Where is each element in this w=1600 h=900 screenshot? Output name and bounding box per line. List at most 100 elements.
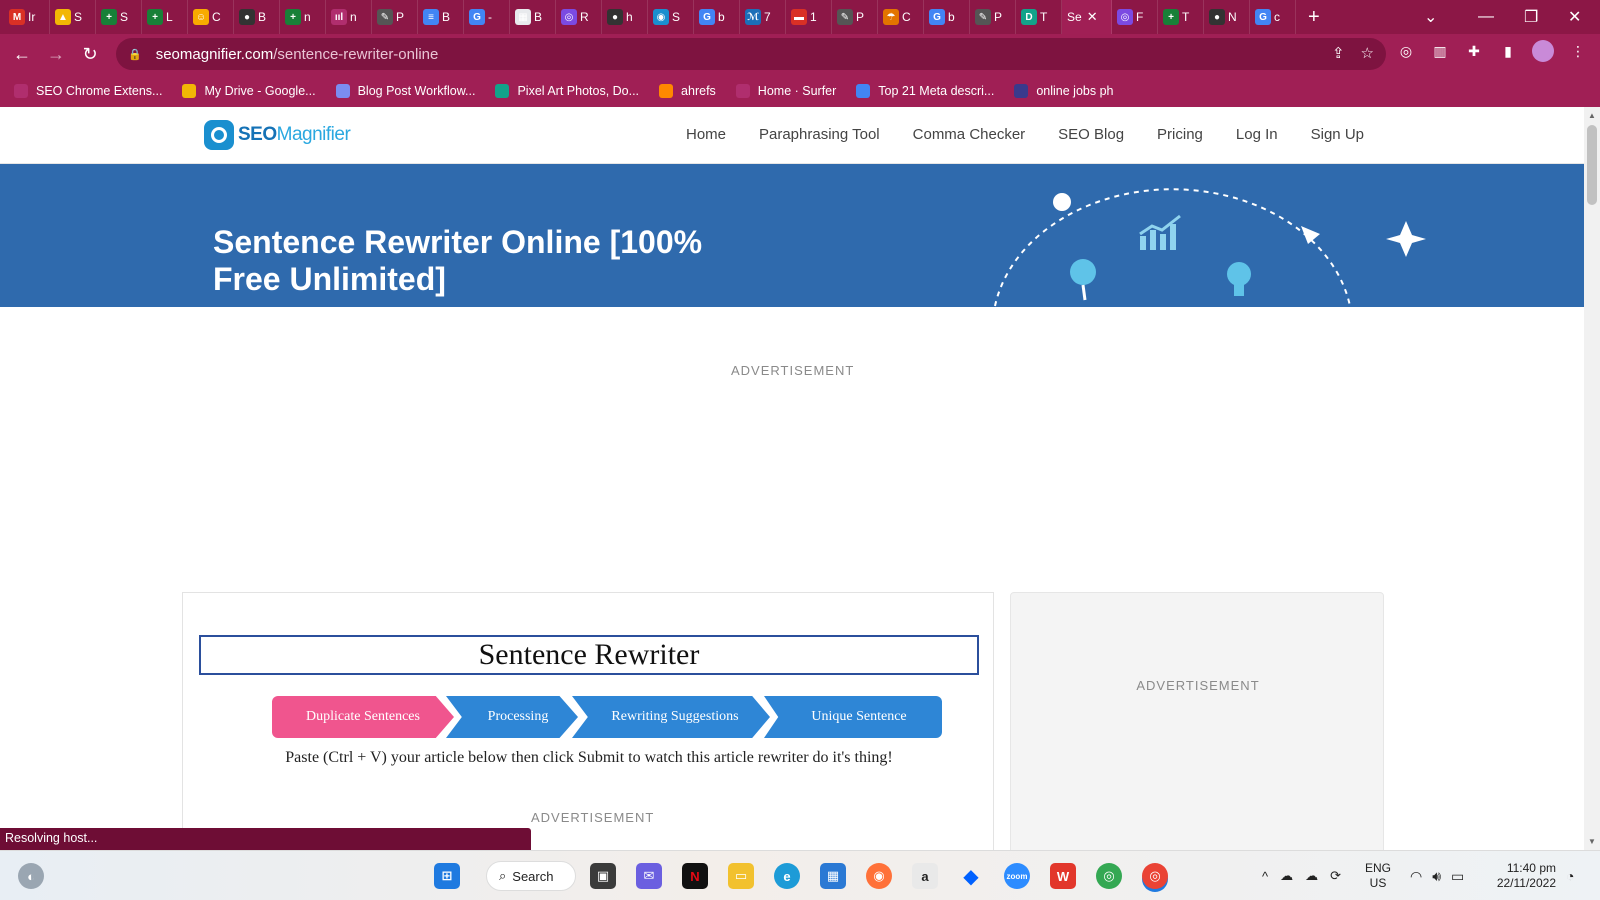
- seo-extension-icon[interactable]: ▥: [1430, 41, 1450, 61]
- extensions-puzzle-icon[interactable]: ✚: [1464, 41, 1484, 61]
- close-window-icon[interactable]: ✕: [1568, 0, 1581, 34]
- restore-icon[interactable]: ❐: [1524, 0, 1538, 34]
- tab-strip: M Ir ▲ S + S + L ☺ C ● B + n ııl n ✎ P ≡ B G - ▦ B ◎ R ● h ◉ S Gb ℳ 7 ▬ 1 ✎…: [0, 0, 1600, 34]
- file-explorer-icon[interactable]: ▭: [728, 863, 754, 889]
- scroll-up-icon[interactable]: ▲: [1588, 111, 1596, 120]
- browser-tab[interactable]: ☂ C: [878, 0, 924, 34]
- scroll-down-icon[interactable]: ▼: [1588, 837, 1596, 846]
- firefox-icon[interactable]: ◉: [866, 863, 892, 889]
- taskbar-search[interactable]: ⌕ Search: [486, 861, 576, 891]
- bookmark-item[interactable]: Home · Surfer: [735, 83, 836, 98]
- weather-widget-icon[interactable]: ◐: [18, 863, 44, 889]
- browser-tab[interactable]: Gb: [924, 0, 970, 34]
- zoom-icon[interactable]: zoom: [1004, 863, 1030, 889]
- browser-tab[interactable]: ✎ P: [970, 0, 1016, 34]
- address-bar[interactable]: 🔒 seomagnifier.com/sentence-rewriter-onl…: [116, 38, 1386, 70]
- browser-tab[interactable]: ≡ B: [418, 0, 464, 34]
- new-tab-icon[interactable]: +: [1308, 6, 1320, 29]
- browser-tab[interactable]: ◎ R: [556, 0, 602, 34]
- language-code: ENG: [1365, 861, 1392, 875]
- notification-bell-icon[interactable]: ◔: [1566, 851, 1574, 900]
- microsoft-store-icon[interactable]: ▦: [820, 863, 846, 889]
- onedrive-icon[interactable]: ☁: [1280, 868, 1293, 884]
- chrome-active-icon[interactable]: ◎: [1142, 863, 1168, 889]
- sidebar-advertisement[interactable]: ADVERTISEMENT: [1010, 592, 1384, 850]
- browser-tab[interactable]: ✎ P: [832, 0, 878, 34]
- tab-title: b: [718, 10, 725, 24]
- nav-paraphrasing-tool[interactable]: Paraphrasing Tool: [759, 126, 880, 143]
- browser-tab[interactable]: ııl n: [326, 0, 372, 34]
- nav-pricing[interactable]: Pricing: [1157, 126, 1203, 143]
- browser-tab[interactable]: ◎ F: [1112, 0, 1158, 34]
- tab-favicon-icon: ◎: [1117, 9, 1133, 25]
- forward-icon[interactable]: →: [40, 38, 72, 70]
- dropbox-icon[interactable]: ◆: [958, 863, 984, 889]
- tab-search-icon[interactable]: ⌄: [1424, 0, 1437, 34]
- bookmark-item[interactable]: Blog Post Workflow...: [335, 83, 475, 98]
- side-panel-icon[interactable]: ▮: [1498, 41, 1518, 61]
- nav-log-in[interactable]: Log In: [1236, 126, 1278, 143]
- bookmark-item[interactable]: Pixel Art Photos, Do...: [495, 83, 639, 98]
- bookmark-item[interactable]: Top 21 Meta descri...: [856, 83, 994, 98]
- browser-tab[interactable]: + n: [280, 0, 326, 34]
- share-icon[interactable]: ⇪: [1332, 44, 1345, 62]
- browser-toolbar: ← → ↻ 🔒 seomagnifier.com/sentence-rewrit…: [0, 34, 1600, 74]
- nav-home[interactable]: Home: [686, 126, 726, 143]
- edge-browser-icon[interactable]: e: [774, 863, 800, 889]
- bookmark-item[interactable]: SEO Chrome Extens...: [14, 83, 162, 98]
- browser-tab[interactable]: ◉ S: [648, 0, 694, 34]
- chrome-profile-icon[interactable]: ◎: [1096, 863, 1122, 889]
- language-indicator[interactable]: ENG US: [1365, 851, 1391, 900]
- browser-tab[interactable]: ▲ S: [50, 0, 96, 34]
- clock[interactable]: 11:40 pm 22/11/2022: [1494, 851, 1556, 900]
- browser-tab[interactable]: Gc: [1250, 0, 1296, 34]
- menu-kebab-icon[interactable]: ⋮: [1568, 41, 1588, 61]
- cloud-sync-icon[interactable]: ☁: [1305, 868, 1318, 884]
- growth-chart-icon: [1139, 214, 1181, 250]
- show-hidden-icons-chevron-icon[interactable]: ^: [1262, 869, 1268, 884]
- nav-seo-blog[interactable]: SEO Blog: [1058, 126, 1124, 143]
- task-view-icon[interactable]: ▣: [590, 863, 616, 889]
- amazon-icon[interactable]: a: [912, 863, 938, 889]
- page-scrollbar[interactable]: ▲ ▼: [1584, 107, 1600, 850]
- back-icon[interactable]: ←: [6, 38, 38, 70]
- browser-tab[interactable]: ℳ7: [740, 0, 786, 34]
- nav-sign-up[interactable]: Sign Up: [1311, 126, 1364, 143]
- close-tab-icon[interactable]: ✕: [1087, 9, 1098, 25]
- browser-tab[interactable]: ● h: [602, 0, 648, 34]
- browser-tab[interactable]: M Ir: [4, 0, 50, 34]
- netflix-icon[interactable]: N: [682, 863, 708, 889]
- browser-tab[interactable]: + L: [142, 0, 188, 34]
- browser-tab[interactable]: + S: [96, 0, 142, 34]
- browser-tab[interactable]: ☺ C: [188, 0, 234, 34]
- sync-icon[interactable]: ⟳: [1330, 868, 1341, 884]
- grammarly-extension-icon[interactable]: ◎: [1396, 41, 1416, 61]
- browser-tab[interactable]: ● B: [234, 0, 280, 34]
- tab-title: b: [948, 10, 955, 24]
- profile-avatar[interactable]: [1532, 40, 1554, 62]
- browser-tab[interactable]: + T: [1158, 0, 1204, 34]
- reload-icon[interactable]: ↻: [74, 38, 106, 70]
- browser-tab[interactable]: G-: [464, 0, 510, 34]
- browser-tab[interactable]: Gb: [694, 0, 740, 34]
- teams-chat-icon[interactable]: ✉: [636, 863, 662, 889]
- quick-settings[interactable]: ◠ 🔊︎ ▭: [1410, 851, 1464, 900]
- bookmark-item[interactable]: ahrefs: [659, 83, 716, 98]
- start-windows-icon[interactable]: ⊞: [434, 863, 460, 889]
- bookmark-item[interactable]: My Drive - Google...: [182, 83, 316, 98]
- bookmark-item[interactable]: online jobs ph: [1014, 83, 1113, 98]
- browser-tab[interactable]: DT: [1016, 0, 1062, 34]
- browser-tab[interactable]: ▬ 1: [786, 0, 832, 34]
- site-logo[interactable]: SEOMagnifier: [204, 120, 351, 150]
- browser-tab[interactable]: ▦ B: [510, 0, 556, 34]
- tab-title: S: [120, 10, 129, 24]
- nav-comma-checker[interactable]: Comma Checker: [913, 126, 1026, 143]
- browser-tab[interactable]: ✎ P: [372, 0, 418, 34]
- browser-tab[interactable]: ● N: [1204, 0, 1250, 34]
- bookmark-star-icon[interactable]: ☆: [1361, 44, 1374, 62]
- browser-tab-active[interactable]: Se ✕: [1062, 0, 1112, 34]
- wps-office-icon[interactable]: W: [1050, 863, 1076, 889]
- tab-title: B: [258, 10, 267, 24]
- minimize-icon[interactable]: —: [1478, 0, 1494, 34]
- scrollbar-thumb[interactable]: [1587, 125, 1597, 205]
